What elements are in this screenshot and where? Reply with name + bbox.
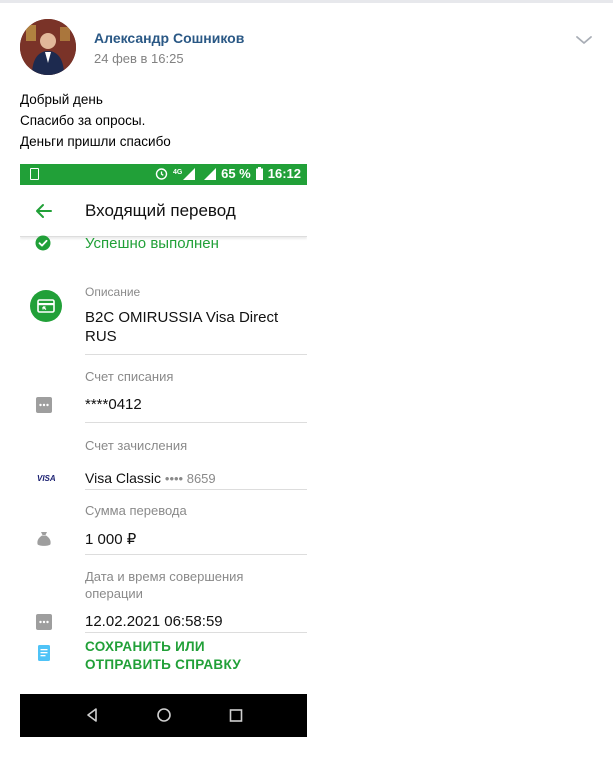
- nav-recents-icon[interactable]: [229, 707, 243, 723]
- money-bag-icon: [37, 532, 51, 546]
- chevron-down-icon[interactable]: [574, 30, 594, 50]
- post-text: Добрый день Спасибо за опросы. Деньги пр…: [20, 89, 171, 152]
- divider: [85, 422, 307, 423]
- debit-account-value: ****0412: [85, 396, 142, 413]
- network-signal-icon: 4G: [173, 168, 196, 180]
- signal-icon: [204, 167, 217, 180]
- back-arrow-icon[interactable]: [34, 201, 54, 221]
- datetime-value: 12.02.2021 06:58:59: [85, 613, 223, 630]
- battery-percent: 65 %: [221, 166, 251, 181]
- credit-account-card: Visa Classic •••• 8659: [85, 470, 216, 486]
- save-line1: СОХРАНИТЬ ИЛИ: [85, 639, 205, 654]
- datetime-label-line1: Дата и время совершения: [85, 569, 244, 584]
- sim-icon: [30, 168, 39, 180]
- operation-status: Успешно выполнен: [85, 235, 219, 252]
- post-line: Деньги пришли спасибо: [20, 134, 171, 149]
- app-bar: Входящий перевод: [20, 185, 307, 237]
- card-name: Visa Classic: [85, 470, 161, 486]
- debit-account-label: Счет списания: [85, 369, 174, 384]
- network-type: 4G: [173, 169, 183, 176]
- top-border: [0, 0, 613, 3]
- account-dots-icon: [36, 397, 52, 413]
- save-or-send-certificate-button[interactable]: СОХРАНИТЬ ИЛИ ОТПРАВИТЬ СПРАВКУ: [85, 638, 241, 674]
- description-label: Описание: [85, 285, 141, 299]
- calendar-dots-icon: [36, 614, 52, 630]
- nav-home-icon[interactable]: [156, 707, 172, 723]
- post-line: Добрый день: [20, 92, 103, 107]
- post-line: Спасибо за опросы.: [20, 113, 146, 128]
- divider: [85, 632, 307, 633]
- amount-value: 1 000 ₽: [85, 531, 137, 548]
- nav-back-icon[interactable]: [85, 707, 99, 723]
- alarm-icon: [155, 168, 168, 180]
- amount-label: Сумма перевода: [85, 503, 187, 518]
- android-nav-bar: [20, 694, 307, 737]
- divider: [85, 354, 307, 355]
- credit-account-label: Счет зачисления: [85, 438, 188, 453]
- battery-icon: [255, 167, 263, 180]
- post-date[interactable]: 24 фев в 16:25: [94, 51, 184, 66]
- visa-icon: VISA: [37, 474, 56, 483]
- card-mask: •••• 8659: [164, 471, 216, 486]
- document-icon: [38, 645, 50, 661]
- description-value-line2: RUS: [85, 328, 117, 345]
- divider: [85, 554, 307, 555]
- payment-card-icon: [30, 290, 62, 322]
- attached-screenshot[interactable]: 4G 65 % 16:12 Входящий перевод Успешно в…: [20, 164, 307, 737]
- success-check-icon: [35, 235, 51, 251]
- datetime-label-line2: операции: [85, 586, 143, 601]
- save-line2: ОТПРАВИТЬ СПРАВКУ: [85, 657, 242, 672]
- description-value-line1: B2C OMIRUSSIA Visa Direct: [85, 309, 279, 326]
- app-bar-title: Входящий перевод: [85, 201, 236, 220]
- divider: [85, 489, 307, 490]
- clock: 16:12: [267, 166, 301, 181]
- phone-status-bar: 4G 65 % 16:12: [20, 164, 307, 185]
- author-avatar[interactable]: [20, 19, 76, 75]
- author-name-link[interactable]: Александр Сошников: [94, 30, 244, 46]
